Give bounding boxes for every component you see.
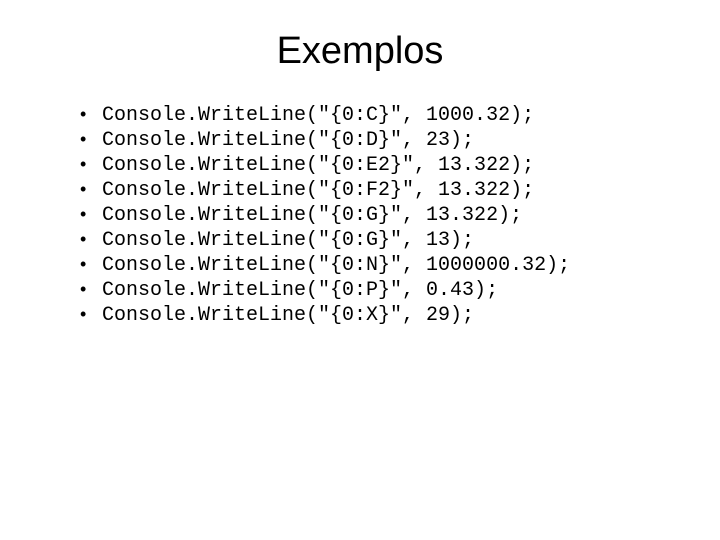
list-item: Console.WriteLine("{0:E2}", 13.322); — [80, 153, 660, 178]
list-item: Console.WriteLine("{0:N}", 1000000.32); — [80, 253, 660, 278]
list-item: Console.WriteLine("{0:X}", 29); — [80, 303, 660, 328]
list-item: Console.WriteLine("{0:G}", 13.322); — [80, 203, 660, 228]
list-item: Console.WriteLine("{0:G}", 13); — [80, 228, 660, 253]
slide: Exemplos Console.WriteLine("{0:C}", 1000… — [0, 0, 720, 540]
code-list: Console.WriteLine("{0:C}", 1000.32); Con… — [80, 103, 660, 328]
list-item: Console.WriteLine("{0:C}", 1000.32); — [80, 103, 660, 128]
list-item: Console.WriteLine("{0:P}", 0.43); — [80, 278, 660, 303]
list-item: Console.WriteLine("{0:F2}", 13.322); — [80, 178, 660, 203]
list-item: Console.WriteLine("{0:D}", 23); — [80, 128, 660, 153]
slide-title: Exemplos — [60, 30, 660, 73]
